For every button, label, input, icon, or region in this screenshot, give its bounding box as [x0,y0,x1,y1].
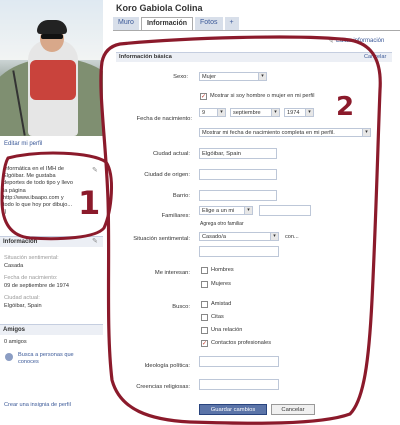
profile-tabs: Muro Información Fotos + [113,17,241,30]
looking-label: Busco: [172,304,190,310]
relationship-field-label: Situación sentimental: [133,236,190,242]
chevron-down-icon: ▾ [271,109,279,116]
tab-wall[interactable]: Muro [113,17,139,30]
annotation-number-2: 2 [336,92,355,122]
friends-count: 0 amigos [4,339,27,345]
city-field-label: Ciudad actual: [152,151,190,157]
sex-select[interactable]: Mujer ▾ [199,72,267,81]
show-sex-checkbox[interactable]: ✓ [200,93,207,100]
profile-photo[interactable] [0,0,103,136]
section-title: Información básica [119,54,172,60]
looking-networking-label: Contactos profesionales [211,340,272,346]
cancel-button[interactable]: Cancelar [271,404,315,415]
political-input[interactable] [199,356,279,367]
chevron-down-icon: ▾ [244,207,252,214]
religious-input[interactable] [199,379,279,390]
chevron-down-icon: ▾ [362,129,370,136]
family-select[interactable]: Elige a un mi ▾ [199,206,253,215]
relationship-label: Situación sentimental: [4,255,59,261]
chevron-down-icon: ▾ [258,73,266,80]
edit-profile-link[interactable]: Editar mi perfil [4,141,42,147]
year-select-value: 1974 [287,110,300,116]
photo-glasses [41,34,63,39]
relationship-with: con... [285,234,299,240]
partner-input[interactable] [199,246,279,257]
chevron-down-icon: ▾ [217,109,225,116]
looking-friendship-label: Amistad [211,301,232,307]
interested-women-label: Mujeres [211,281,231,287]
find-friends-link[interactable]: Busca a personas que conoces [18,352,88,366]
show-birthdate-select[interactable]: Mostrar mi fecha de nacimiento completa … [199,128,371,137]
hometown-input[interactable] [199,169,277,180]
chevron-down-icon: ▾ [305,109,313,116]
neighborhood-input[interactable] [199,190,277,201]
looking-networking-checkbox[interactable]: ✓ [201,340,208,347]
interested-men-label: Hombres [211,267,234,273]
family-input[interactable] [259,205,311,216]
info-heading-label: Información [3,239,38,245]
sex-select-value: Mujer [202,74,216,80]
day-select[interactable]: 9 ▾ [199,108,226,117]
day-select-value: 9 [202,110,206,116]
hometown-label: Ciudad de origen: [144,172,190,178]
photo-jersey [30,60,76,100]
interested-women-checkbox[interactable] [201,281,208,288]
interested-men-checkbox[interactable] [201,267,208,274]
looking-relationship-label: Una relación [211,327,243,333]
relationship-select-value: Casado/a [202,234,226,240]
birthdate-field-label: Fecha de nacimiento: [136,116,192,122]
interested-label: Me interesan: [154,270,190,276]
profile-name: Koro Gabiola Colina [116,3,203,13]
profile-bio: Informática en el IMH de Elgóibar. Me gu… [3,166,73,216]
year-select[interactable]: 1974 ▾ [284,108,314,117]
tab-info[interactable]: Información [140,17,194,30]
family-label: Familiares: [161,213,190,219]
neighborhood-label: Barrio: [172,193,190,199]
month-select[interactable]: septiembre ▾ [230,108,280,117]
chevron-down-icon: ▾ [270,233,278,240]
annotation-number-1: 1 [78,184,101,222]
tab-divider [113,30,400,31]
family-select-value: Elige a un mi [202,208,235,214]
friends-icon [5,353,13,361]
city-input[interactable]: Elgóibar, Spain [199,148,277,159]
friends-heading: Amigos [0,324,103,335]
pencil-icon[interactable]: ✎ [328,37,334,45]
friends-heading-label: Amigos [3,327,26,333]
photo-helmet [37,20,67,34]
religious-label: Creencias religiosas: [136,384,190,390]
pencil-icon[interactable]: ✎ [92,237,98,245]
looking-dating-checkbox[interactable] [201,314,208,321]
looking-friendship-checkbox[interactable] [201,301,208,308]
show-sex-label: Mostrar si soy hombre o mujer en mi perf… [210,93,315,99]
info-heading: Información [0,236,103,247]
tab-add[interactable]: + [224,17,239,30]
edit-info-link[interactable]: Editar información [336,38,384,44]
pencil-icon[interactable]: ✎ [92,166,98,174]
city-label: Ciudad actual: [4,295,40,301]
create-badge-link[interactable]: Crear una insignia de perfil [4,402,71,408]
birthdate-value: 09 de septiembre de 1974 [4,283,69,289]
political-label: Ideología política: [144,363,190,369]
relationship-select[interactable]: Casado/a ▾ [199,232,279,241]
cancel-link[interactable]: Cancelar [364,54,386,60]
save-button[interactable]: Guardar cambios [199,404,267,415]
show-birthdate-value: Mostrar mi fecha de nacimiento completa … [202,130,335,136]
looking-relationship-checkbox[interactable] [201,327,208,334]
sex-label: Sexo: [173,74,188,80]
city-value: Elgóibar, Spain [4,303,42,309]
birthdate-label: Fecha de nacimiento: [4,275,58,281]
month-select-value: septiembre [233,110,261,116]
tab-photos[interactable]: Fotos [195,17,223,30]
looking-dating-label: Citas [211,314,224,320]
add-family-link[interactable]: Agrega otro familiar [200,221,244,227]
relationship-value: Casada [4,263,24,269]
